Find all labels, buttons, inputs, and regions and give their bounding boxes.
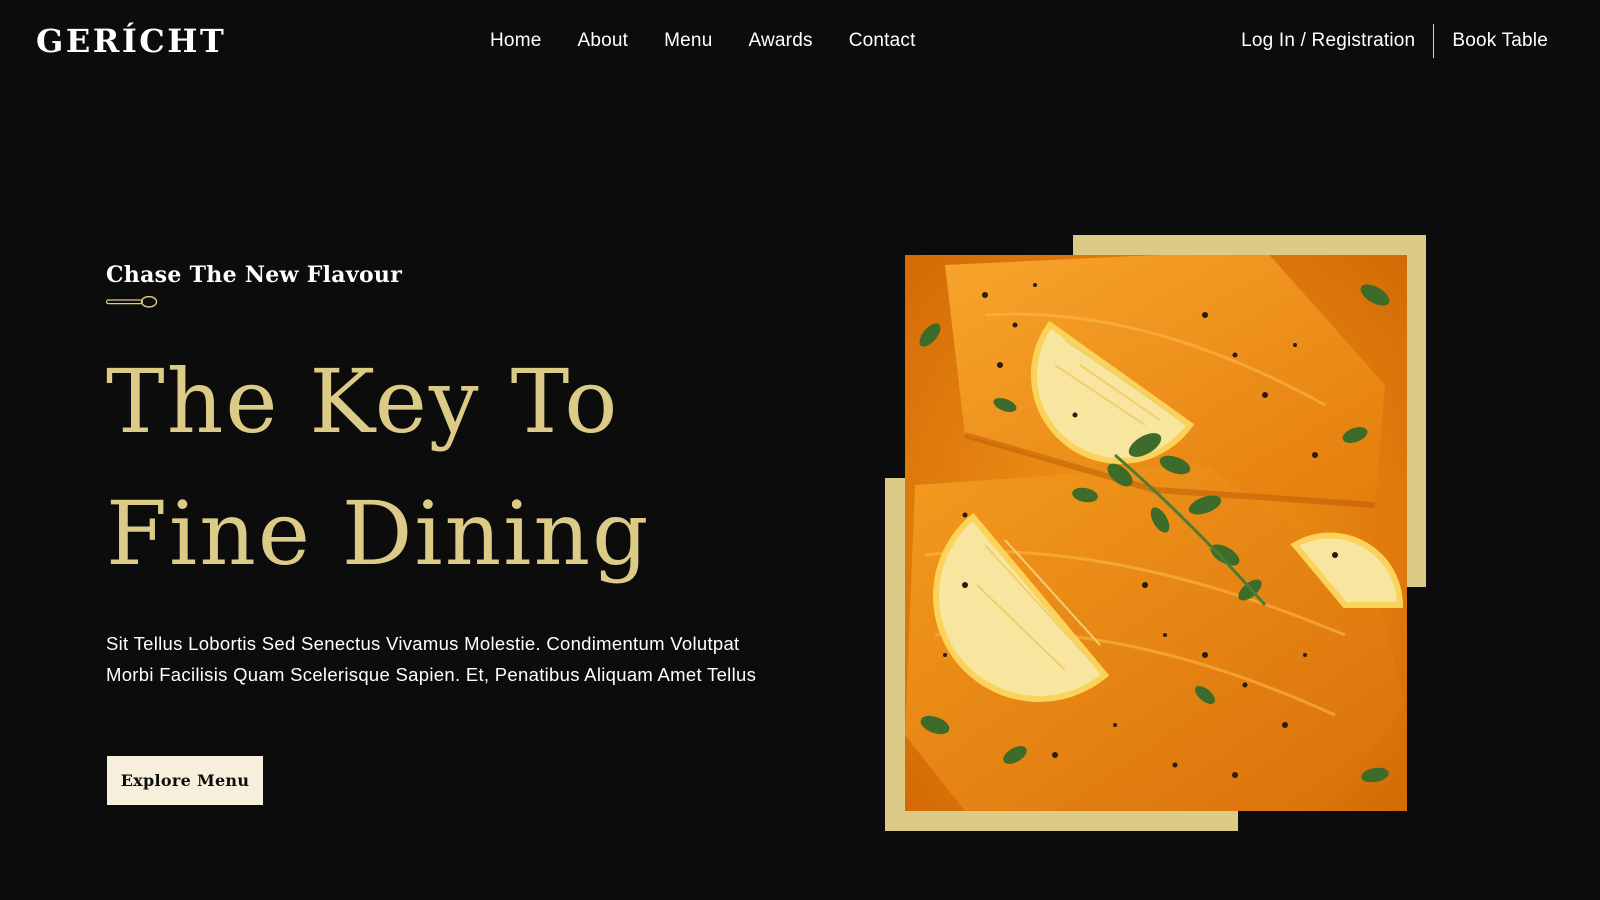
- nav-actions: Log In / Registration Book Table: [1241, 24, 1548, 58]
- navbar: GERÍCHT Home About Menu Awards Contact L…: [0, 0, 1600, 82]
- nav-links: Home About Menu Awards Contact: [490, 28, 952, 54]
- explore-menu-button[interactable]: Explore Menu: [107, 756, 263, 805]
- page: GERÍCHT Home About Menu Awards Contact L…: [0, 0, 1600, 900]
- hero-description: Sit Tellus Lobortis Sed Senectus Vivamus…: [106, 633, 757, 685]
- spoon-icon: [106, 295, 158, 308]
- nav-link-menu[interactable]: Menu: [664, 28, 712, 54]
- book-table-link[interactable]: Book Table: [1434, 30, 1548, 52]
- nav-link-home[interactable]: Home: [490, 28, 541, 54]
- hero-headline-line-2: Fine Dining: [106, 482, 651, 585]
- nav-link-about[interactable]: About: [577, 28, 628, 54]
- hero-headline: The Key To Fine Dining: [106, 336, 650, 600]
- nav-link-awards[interactable]: Awards: [748, 28, 812, 54]
- hero-subtitle: Chase The New Flavour: [106, 262, 403, 288]
- nav-link-contact[interactable]: Contact: [849, 28, 916, 54]
- salmon-dish-illustration: [905, 255, 1407, 811]
- login-registration-link[interactable]: Log In / Registration: [1241, 30, 1433, 52]
- hero-headline-line-1: The Key To: [106, 350, 620, 453]
- logo[interactable]: GERÍCHT: [36, 21, 226, 61]
- salmon-dish-image: [905, 255, 1407, 811]
